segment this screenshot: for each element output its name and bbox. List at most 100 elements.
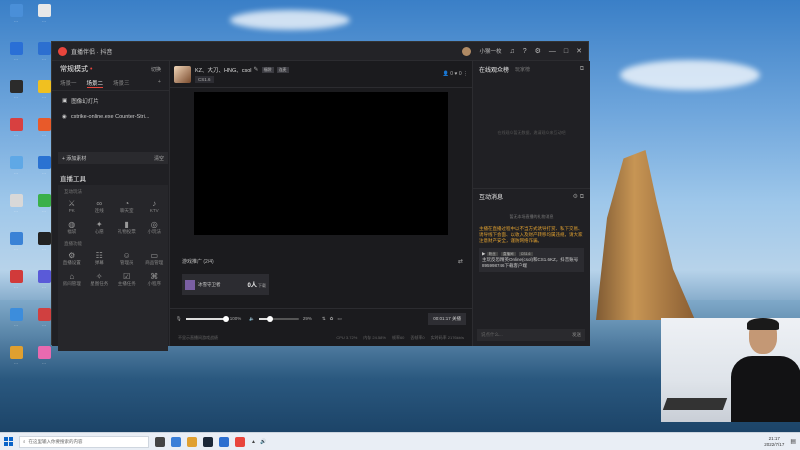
desktop-icon-label: …: [42, 170, 46, 175]
settings-icon[interactable]: ⚙: [535, 47, 541, 55]
promo-card[interactable]: 冰雪守卫者 0人 下载: [182, 274, 269, 295]
maximize-icon[interactable]: □: [564, 48, 568, 55]
desktop-icon[interactable]: …: [3, 4, 29, 23]
live-companion-taskbar-icon[interactable]: [235, 436, 245, 447]
tool-button[interactable]: ✦ 心愿: [86, 220, 114, 235]
source-item[interactable]: ◉ cstrike-online.exe Counter-Stri...: [52, 111, 169, 123]
add-source-button[interactable]: + 添加素材: [62, 155, 86, 162]
desktop-icon[interactable]: …: [3, 308, 29, 327]
like-count: 0: [458, 71, 462, 77]
drop-rate: 丢帧率0: [410, 335, 425, 340]
taskbar-search[interactable]: ⌕ 在这里输入你要搜索的内容: [19, 435, 149, 448]
notification-icon[interactable]: ▤: [790, 438, 796, 445]
tab-scene-3[interactable]: 场景三: [113, 79, 130, 88]
screen-icon[interactable]: ▭: [337, 316, 341, 322]
desktop-icon-label: …: [14, 18, 18, 23]
stream-title[interactable]: KZ、大刀、HNG、csol: [195, 66, 252, 74]
desktop-icon-image: [37, 42, 51, 55]
speaker-volume-slider[interactable]: [258, 315, 299, 322]
user-name[interactable]: 小猴一枚: [479, 47, 501, 55]
more-icon[interactable]: ⋮: [463, 71, 468, 77]
edit-icon[interactable]: ✎: [254, 66, 259, 73]
help-icon[interactable]: ?: [523, 48, 527, 55]
audio-controls: 🎙 100% 🔈 29% ⇅ ✿ ▭ 00:01:17 关播: [170, 308, 472, 328]
start-button[interactable]: [4, 437, 13, 446]
tab-player-rank[interactable]: 玩家榜: [515, 66, 530, 73]
source-item[interactable]: ▣ 图像幻灯片: [52, 94, 169, 108]
tool-button[interactable]: ⌂ 房间管理: [58, 272, 86, 287]
steam-icon[interactable]: [203, 436, 213, 447]
speaker-volume-value: 29%: [302, 316, 312, 321]
add-scene-icon[interactable]: +: [158, 79, 161, 88]
headset-icon[interactable]: ♫: [509, 48, 514, 55]
status-left[interactable]: 不显示直播间游戏战绩: [178, 335, 218, 341]
desktop-icon[interactable]: …: [3, 232, 29, 251]
chat-input[interactable]: 说点什么... 发送: [477, 329, 585, 341]
tool-button[interactable]: ⚙ 直播设置: [58, 251, 86, 266]
qq-icon[interactable]: [219, 436, 229, 447]
tab-scene-2[interactable]: 场景二: [86, 79, 104, 88]
tool-button[interactable]: ◎ 小玩法: [141, 220, 169, 235]
desktop-icon-image: [9, 118, 23, 131]
desktop-icon[interactable]: …: [3, 194, 29, 213]
tool-button[interactable]: ▭ 商品管理: [141, 251, 169, 266]
edge-icon[interactable]: [171, 436, 181, 447]
volume-icon[interactable]: 🔊: [260, 439, 266, 445]
tool-button[interactable]: ▮ 礼物投票: [113, 220, 141, 235]
desktop-icon[interactable]: …: [31, 346, 57, 365]
tool-button[interactable]: ◍ 福袋: [58, 220, 86, 235]
lucky-bag-icon: ◍: [68, 220, 76, 229]
admin-icon: ☺: [122, 251, 131, 260]
tool-button[interactable]: ☺ 管理员: [113, 251, 141, 266]
tools-panel: 互动玩法 ⚔ PK ∞ 连线 ◔ 聊天室 ♪ KTV ◍ 福袋 ✦ 心愿 ▮ 礼物投票 ◎ 小玩法 直播功能 ⚙ 直播…: [58, 185, 168, 351]
desktop-icon[interactable]: …: [3, 80, 29, 99]
popout-icon[interactable]: ⧉: [580, 66, 584, 73]
speaker-icon[interactable]: 🔈: [249, 316, 255, 322]
taskview-icon[interactable]: [155, 436, 165, 447]
tool-button[interactable]: ☑ 主播任务: [113, 272, 141, 287]
category-badge[interactable]: CS1.6: [195, 75, 214, 83]
system-notice: 主播在直播过程中以不当方式诱导打赏、私下交易、诱导线下会面、以收入及财产转移均属…: [479, 226, 583, 243]
status-bar: 不显示直播间游戏战绩 CPU 3.72% 内存 24.58% 帧率60 丢帧率0…: [170, 332, 472, 344]
tool-button[interactable]: ✧ 星图任务: [86, 272, 114, 287]
tool-button[interactable]: ∞ 连线: [86, 199, 114, 214]
user-avatar[interactable]: [462, 46, 472, 56]
tab-scene-1[interactable]: 场景一: [60, 79, 77, 88]
tool-button[interactable]: ♪ KTV: [141, 199, 169, 214]
desktop-icon-image: [9, 232, 23, 245]
desktop-icon-image: [37, 308, 51, 321]
microphone-icon[interactable]: 🎙: [176, 316, 182, 322]
desktop-icon[interactable]: …: [31, 4, 57, 23]
mic-volume-slider[interactable]: [185, 315, 229, 322]
explorer-icon[interactable]: [187, 436, 197, 447]
end-stream-button[interactable]: 00:01:17 关播: [428, 312, 466, 325]
tool-button[interactable]: ◔ 聊天室: [113, 199, 141, 214]
switch-mode-button[interactable]: 切换: [151, 66, 161, 73]
stream-preview[interactable]: [194, 92, 448, 235]
desktop-icon[interactable]: …: [3, 346, 29, 365]
desktop-icon[interactable]: …: [3, 118, 29, 137]
refresh-icon[interactable]: ⇄: [458, 258, 463, 265]
tool-button[interactable]: ⌘ 小程序: [141, 272, 169, 287]
tab-online-viewers[interactable]: 在线观众榜: [479, 65, 509, 74]
clock[interactable]: 21:17 2022/7/17: [764, 436, 784, 448]
stream-avatar: [174, 65, 191, 83]
scene-tabs: 场景一 场景二 场景三 +: [52, 77, 169, 91]
tool-grid: ⚙ 直播设置 ☷ 弹幕 ☺ 管理员 ▭ 商品管理 ⌂ 房间管理 ✧ 星图任务 ☑ 主播任务 ⌘ 小程序: [58, 249, 168, 289]
desktop-icon[interactable]: …: [3, 42, 29, 61]
cpu-usage: CPU 3.72%: [336, 335, 358, 340]
settings-icon[interactable]: ⚙ ⧉: [573, 193, 584, 201]
clear-button[interactable]: 清空: [154, 155, 164, 162]
mixer-icon[interactable]: ⇅: [322, 316, 326, 322]
desktop-icon[interactable]: …: [3, 270, 29, 289]
send-button[interactable]: 发送: [572, 332, 581, 338]
minimize-icon[interactable]: —: [549, 48, 556, 55]
tool-button[interactable]: ☷ 弹幕: [86, 251, 114, 266]
desktop-icon[interactable]: …: [3, 156, 29, 175]
beauty-icon[interactable]: ✿: [330, 316, 334, 322]
close-icon[interactable]: ✕: [576, 47, 582, 55]
desktop-icon-label: …: [14, 56, 18, 61]
tool-button[interactable]: ⚔ PK: [58, 199, 86, 214]
network-icon[interactable]: ▲: [251, 439, 256, 445]
person-hair: [747, 318, 779, 330]
